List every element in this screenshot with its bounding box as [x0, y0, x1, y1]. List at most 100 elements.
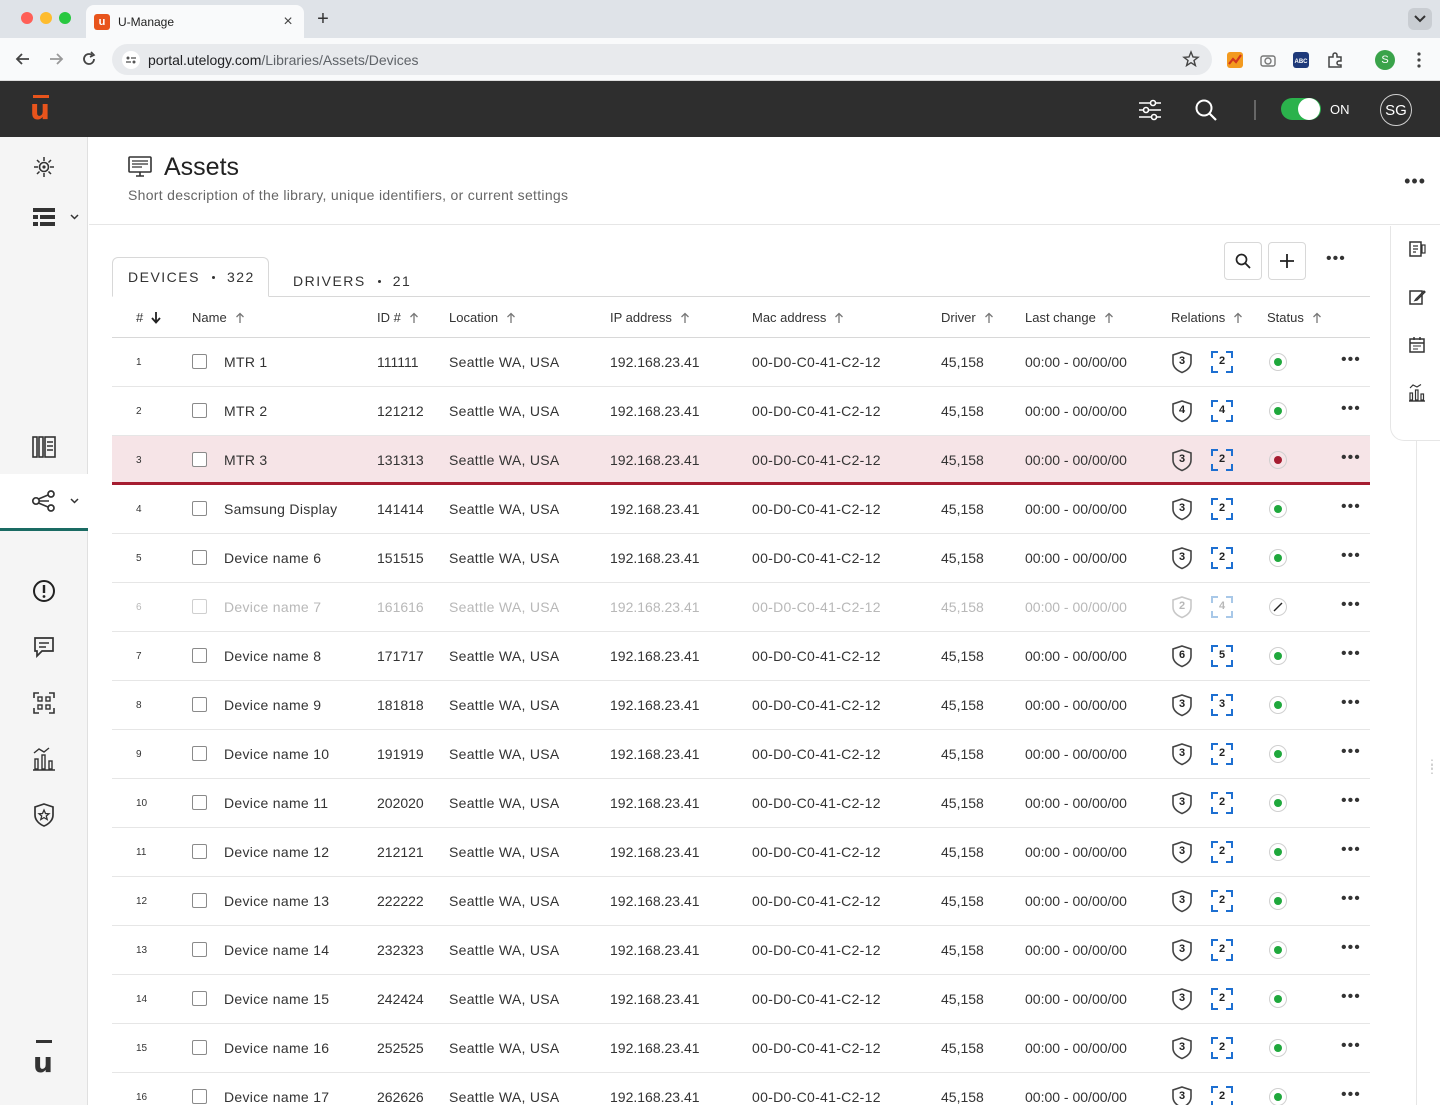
table-row[interactable]: 4 Samsung Display 141414 Seattle WA, USA 192… — [112, 485, 1370, 534]
relation-shield-badge[interactable]: 2 — [1170, 595, 1194, 619]
more-horizontal-icon[interactable]: ••• — [1341, 547, 1361, 565]
table-row[interactable]: 14 Device name 15 242424 Seattle WA, USA 192… — [112, 975, 1370, 1024]
row-checkbox[interactable] — [192, 403, 207, 418]
analytics-bars-icon[interactable] — [1407, 383, 1427, 403]
table-row[interactable]: 8 Device name 9 181818 Seattle WA, USA 192.1… — [112, 681, 1370, 730]
device-name[interactable]: Device name 15 — [224, 991, 374, 1007]
more-horizontal-icon[interactable]: ••• — [1341, 743, 1361, 761]
device-name[interactable]: Device name 17 — [224, 1089, 374, 1105]
column-header-driver[interactable]: Driver — [941, 310, 994, 325]
sidebar-item-messages[interactable] — [0, 627, 88, 667]
more-horizontal-icon[interactable]: ••• — [1341, 890, 1361, 908]
relation-frame-badge[interactable]: 4 — [1210, 399, 1234, 423]
more-horizontal-icon[interactable]: ••• — [1341, 596, 1361, 614]
extension-chart-icon[interactable] — [1225, 50, 1245, 70]
column-header-last-change[interactable]: Last change — [1025, 310, 1114, 325]
device-name[interactable]: Device name 10 — [224, 746, 374, 762]
relation-shield-badge[interactable]: 3 — [1170, 448, 1194, 472]
sidebar-item-dashboard[interactable] — [0, 147, 88, 187]
device-name[interactable]: Device name 14 — [224, 942, 374, 958]
browser-tab[interactable]: u U-Manage × — [86, 5, 304, 38]
table-search-button[interactable] — [1224, 242, 1262, 280]
relation-shield-badge[interactable]: 3 — [1170, 1085, 1194, 1105]
tab-search-button[interactable] — [1408, 8, 1432, 30]
extensions-puzzle-icon[interactable] — [1325, 50, 1345, 70]
row-checkbox[interactable] — [192, 893, 207, 908]
device-name[interactable]: Device name 7 — [224, 599, 374, 615]
row-checkbox[interactable] — [192, 697, 207, 712]
more-horizontal-icon[interactable]: ••• — [1341, 1037, 1361, 1055]
site-info-icon[interactable] — [122, 51, 140, 69]
table-row[interactable]: 16 Device name 17 262626 Seattle WA, USA 192… — [112, 1073, 1370, 1105]
more-horizontal-icon[interactable]: ••• — [1341, 351, 1361, 369]
sidebar-item-security[interactable] — [0, 795, 88, 835]
relation-frame-badge[interactable]: 2 — [1210, 1036, 1234, 1060]
app-logo[interactable]: u — [30, 93, 50, 126]
resize-grip-icon[interactable]: ⋮ ⋮ — [1426, 758, 1438, 775]
window-minimize-button[interactable] — [40, 12, 52, 24]
details-panel-icon[interactable] — [1407, 239, 1427, 259]
device-name[interactable]: MTR 2 — [224, 403, 374, 419]
table-row[interactable]: 6 Device name 7 161616 Seattle WA, USA 192.1… — [112, 583, 1370, 632]
relation-frame-badge[interactable]: 2 — [1210, 840, 1234, 864]
relation-frame-badge[interactable]: 4 — [1210, 595, 1234, 619]
table-row[interactable]: 7 Device name 8 171717 Seattle WA, USA 192.1… — [112, 632, 1370, 681]
table-row[interactable]: 1 MTR 1 111111 Seattle WA, USA 192.168.23.41… — [112, 338, 1370, 387]
table-more-icon[interactable]: ••• — [1326, 250, 1346, 268]
relation-frame-badge[interactable]: 2 — [1210, 742, 1234, 766]
device-name[interactable]: Samsung Display — [224, 501, 374, 517]
extension-abc-icon[interactable]: ABC — [1291, 50, 1311, 70]
more-horizontal-icon[interactable]: ••• — [1341, 841, 1361, 859]
relation-frame-badge[interactable]: 3 — [1210, 693, 1234, 717]
filter-sliders-icon[interactable] — [1137, 97, 1163, 123]
relation-frame-badge[interactable]: 2 — [1210, 1085, 1234, 1105]
relation-shield-badge[interactable]: 6 — [1170, 644, 1194, 668]
sidebar-item-library[interactable] — [0, 427, 88, 467]
more-horizontal-icon[interactable]: ••• — [1341, 498, 1361, 516]
browser-menu-icon[interactable] — [1409, 50, 1429, 70]
column-header-num[interactable]: # — [136, 310, 161, 325]
relation-frame-badge[interactable]: 5 — [1210, 644, 1234, 668]
table-row[interactable]: 13 Device name 14 232323 Seattle WA, USA 192… — [112, 926, 1370, 975]
online-toggle[interactable] — [1281, 98, 1321, 120]
bookmark-star-icon[interactable] — [1182, 50, 1200, 73]
user-avatar[interactable]: SG — [1380, 94, 1412, 126]
relation-frame-badge[interactable]: 2 — [1210, 350, 1234, 374]
window-close-button[interactable] — [21, 12, 33, 24]
relation-frame-badge[interactable]: 2 — [1210, 791, 1234, 815]
sidebar-item-alerts[interactable] — [0, 571, 88, 611]
more-horizontal-icon[interactable]: ••• — [1341, 449, 1361, 467]
relation-shield-badge[interactable]: 3 — [1170, 742, 1194, 766]
address-bar[interactable]: portal.utelogy.com/Libraries/Assets/Devi… — [112, 44, 1212, 75]
row-checkbox[interactable] — [192, 599, 207, 614]
window-maximize-button[interactable] — [59, 12, 71, 24]
relation-shield-badge[interactable]: 4 — [1170, 399, 1194, 423]
row-checkbox[interactable] — [192, 795, 207, 810]
row-checkbox[interactable] — [192, 1040, 207, 1055]
column-header-ip[interactable]: IP address — [610, 310, 690, 325]
relation-shield-badge[interactable]: 3 — [1170, 987, 1194, 1011]
more-horizontal-icon[interactable]: ••• — [1341, 694, 1361, 712]
column-header-mac[interactable]: Mac address — [752, 310, 844, 325]
table-row[interactable]: 12 Device name 13 222222 Seattle WA, USA 192… — [112, 877, 1370, 926]
relation-shield-badge[interactable]: 3 — [1170, 1036, 1194, 1060]
row-checkbox[interactable] — [192, 942, 207, 957]
relation-frame-badge[interactable]: 2 — [1210, 938, 1234, 962]
relation-frame-badge[interactable]: 2 — [1210, 987, 1234, 1011]
page-more-icon[interactable]: ••• — [1404, 171, 1426, 192]
reload-icon[interactable] — [78, 48, 100, 70]
sidebar-item-assets[interactable] — [0, 474, 88, 531]
device-name[interactable]: Device name 16 — [224, 1040, 374, 1056]
more-horizontal-icon[interactable]: ••• — [1341, 400, 1361, 418]
more-horizontal-icon[interactable]: ••• — [1341, 645, 1361, 663]
table-row[interactable]: 5 Device name 6 151515 Seattle WA, USA 192.1… — [112, 534, 1370, 583]
more-horizontal-icon[interactable]: ••• — [1341, 1086, 1361, 1104]
device-name[interactable]: MTR 1 — [224, 354, 374, 370]
column-header-id[interactable]: ID # — [377, 310, 419, 325]
back-icon[interactable] — [12, 48, 34, 70]
chevron-down-icon[interactable] — [70, 212, 79, 223]
table-row[interactable]: 10 Device name 11 202020 Seattle WA, USA 192… — [112, 779, 1370, 828]
row-checkbox[interactable] — [192, 501, 207, 516]
new-tab-icon[interactable]: + — [312, 8, 334, 31]
row-checkbox[interactable] — [192, 746, 207, 761]
